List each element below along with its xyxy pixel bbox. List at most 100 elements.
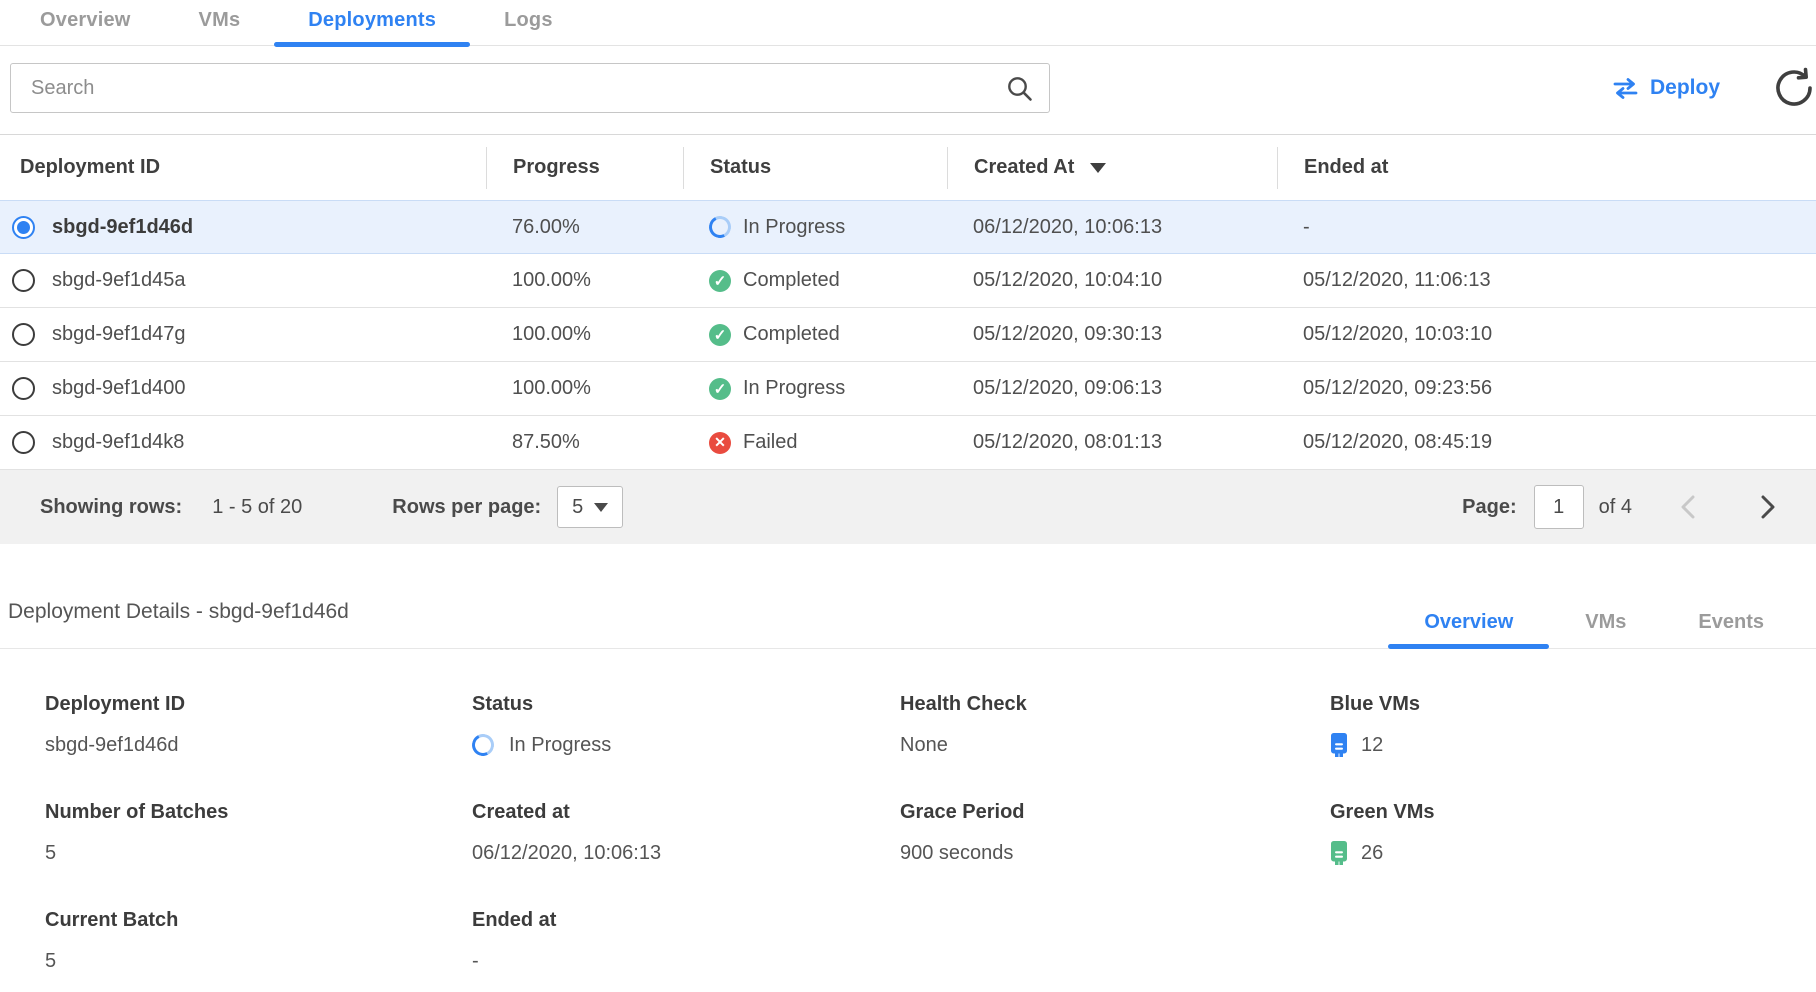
- deploy-button[interactable]: Deploy: [1612, 76, 1720, 100]
- progress-cell: 100.00%: [486, 323, 683, 346]
- tab-deployments[interactable]: Deployments: [274, 0, 470, 45]
- field-blue-vms: Blue VMs 12: [1330, 693, 1816, 759]
- col-header-created-at[interactable]: Created At: [947, 147, 1277, 189]
- tab-overview[interactable]: Overview: [6, 0, 165, 45]
- field-ended-at: Ended at -: [472, 909, 900, 975]
- table-row[interactable]: sbgd-9ef1d400 100.00% In Progress 05/12/…: [0, 362, 1816, 416]
- field-label: Created at: [472, 801, 900, 824]
- status-text: In Progress: [509, 734, 611, 757]
- field-value: 5: [45, 839, 472, 867]
- field-value: 06/12/2020, 10:06:13: [472, 839, 900, 867]
- table-row[interactable]: sbgd-9ef1d46d 76.00% In Progress 06/12/2…: [0, 200, 1816, 254]
- field-label: Deployment ID: [45, 693, 472, 716]
- field-label: Grace Period: [900, 801, 1330, 824]
- created-at-cell: 05/12/2020, 09:06:13: [947, 377, 1277, 400]
- deployment-id-cell: sbgd-9ef1d400: [52, 377, 185, 400]
- showing-rows-value: 1 - 5 of 20: [212, 496, 302, 519]
- ended-at-cell: 05/12/2020, 11:06:13: [1277, 269, 1816, 292]
- field-value: 5: [45, 947, 472, 975]
- sort-desc-icon[interactable]: [1090, 163, 1106, 173]
- col-header-created-at-label: Created At: [974, 156, 1074, 179]
- created-at-cell: 05/12/2020, 08:01:13: [947, 431, 1277, 454]
- field-value: 12: [1330, 731, 1816, 759]
- field-grace-period: Grace Period 900 seconds: [900, 801, 1330, 867]
- previous-page-icon[interactable]: [1676, 490, 1700, 524]
- row-radio[interactable]: [12, 269, 35, 292]
- page-number-input[interactable]: [1534, 485, 1584, 529]
- ended-at-cell: -: [1277, 216, 1816, 239]
- status-check-icon: [709, 324, 731, 346]
- rows-per-page-select[interactable]: 5: [557, 486, 623, 528]
- col-header-status[interactable]: Status: [683, 147, 947, 189]
- showing-rows-label: Showing rows:: [40, 496, 182, 519]
- main-tabs: Overview VMs Deployments Logs: [0, 0, 1816, 46]
- status-text: In Progress: [743, 216, 845, 239]
- status-spinner-icon: [469, 731, 497, 759]
- col-header-deployment-id[interactable]: Deployment ID: [0, 156, 486, 179]
- search-icon[interactable]: [1006, 75, 1033, 102]
- deployment-id-cell: sbgd-9ef1d47g: [52, 323, 185, 346]
- field-label: Current Batch: [45, 909, 472, 932]
- row-radio[interactable]: [12, 431, 35, 454]
- deployment-id-cell: sbgd-9ef1d4k8: [52, 431, 184, 454]
- details-title: Deployment Details - sbgd-9ef1d46d: [8, 600, 349, 648]
- field-label: Blue VMs: [1330, 693, 1816, 716]
- field-status: Status In Progress: [472, 693, 900, 759]
- toolbar: Deploy: [0, 63, 1816, 113]
- vm-server-icon: [1330, 841, 1348, 865]
- next-page-icon[interactable]: [1756, 490, 1780, 524]
- progress-cell: 87.50%: [486, 431, 683, 454]
- table-row[interactable]: sbgd-9ef1d47g 100.00% Completed 05/12/20…: [0, 308, 1816, 362]
- field-value: sbgd-9ef1d46d: [45, 731, 472, 759]
- status-check-icon: [709, 270, 731, 292]
- status-text: In Progress: [743, 377, 845, 400]
- refresh-icon[interactable]: [1772, 66, 1816, 110]
- row-radio[interactable]: [12, 323, 35, 346]
- created-at-cell: 05/12/2020, 10:04:10: [947, 269, 1277, 292]
- rows-per-page-label: Rows per page:: [392, 496, 541, 519]
- details-tab-vms[interactable]: VMs: [1549, 611, 1662, 648]
- field-value: None: [900, 731, 1330, 759]
- details-tabs: Overview VMs Events: [1388, 611, 1800, 648]
- search-box: [10, 63, 1050, 113]
- vm-count: 12: [1361, 734, 1383, 757]
- page-controls: Page: of 4: [1462, 485, 1780, 529]
- row-radio[interactable]: [12, 377, 35, 400]
- col-header-ended-at[interactable]: Ended at: [1277, 147, 1816, 189]
- field-label: Ended at: [472, 909, 900, 932]
- field-current-batch: Current Batch 5: [45, 909, 472, 975]
- row-radio[interactable]: [12, 216, 35, 239]
- deployment-id-cell: sbgd-9ef1d46d: [52, 216, 193, 239]
- deployments-table: Deployment ID Progress Status Created At…: [0, 134, 1816, 544]
- ended-at-cell: 05/12/2020, 10:03:10: [1277, 323, 1816, 346]
- field-label: Green VMs: [1330, 801, 1816, 824]
- search-input[interactable]: [11, 77, 1006, 100]
- chevron-down-icon: [594, 503, 608, 512]
- vm-count: 26: [1361, 842, 1383, 865]
- table-row[interactable]: sbgd-9ef1d4k8 87.50% Failed 05/12/2020, …: [0, 416, 1816, 470]
- col-header-progress[interactable]: Progress: [486, 147, 683, 189]
- created-at-cell: 05/12/2020, 09:30:13: [947, 323, 1277, 346]
- field-created-at: Created at 06/12/2020, 10:06:13: [472, 801, 900, 867]
- vm-server-icon: [1330, 733, 1348, 757]
- tab-vms[interactable]: VMs: [165, 0, 275, 45]
- deployment-id-cell: sbgd-9ef1d45a: [52, 269, 185, 292]
- details-tab-overview[interactable]: Overview: [1388, 611, 1549, 648]
- field-label: Status: [472, 693, 900, 716]
- created-at-cell: 06/12/2020, 10:06:13: [947, 216, 1277, 239]
- table-header-row: Deployment ID Progress Status Created At…: [0, 135, 1816, 201]
- details-tab-events[interactable]: Events: [1662, 611, 1800, 648]
- field-health-check: Health Check None: [900, 693, 1330, 759]
- details-header: Deployment Details - sbgd-9ef1d46d Overv…: [0, 600, 1816, 649]
- status-text: Completed: [743, 269, 840, 292]
- page-total: of 4: [1599, 496, 1632, 519]
- status-text: Completed: [743, 323, 840, 346]
- field-value: In Progress: [472, 731, 900, 759]
- field-value: -: [472, 947, 900, 975]
- tab-logs[interactable]: Logs: [470, 0, 587, 45]
- rows-per-page-value: 5: [572, 496, 583, 519]
- ended-at-cell: 05/12/2020, 08:45:19: [1277, 431, 1816, 454]
- table-row[interactable]: sbgd-9ef1d45a 100.00% Completed 05/12/20…: [0, 254, 1816, 308]
- progress-cell: 76.00%: [486, 216, 683, 239]
- table-pagination: Showing rows: 1 - 5 of 20 Rows per page:…: [0, 470, 1816, 544]
